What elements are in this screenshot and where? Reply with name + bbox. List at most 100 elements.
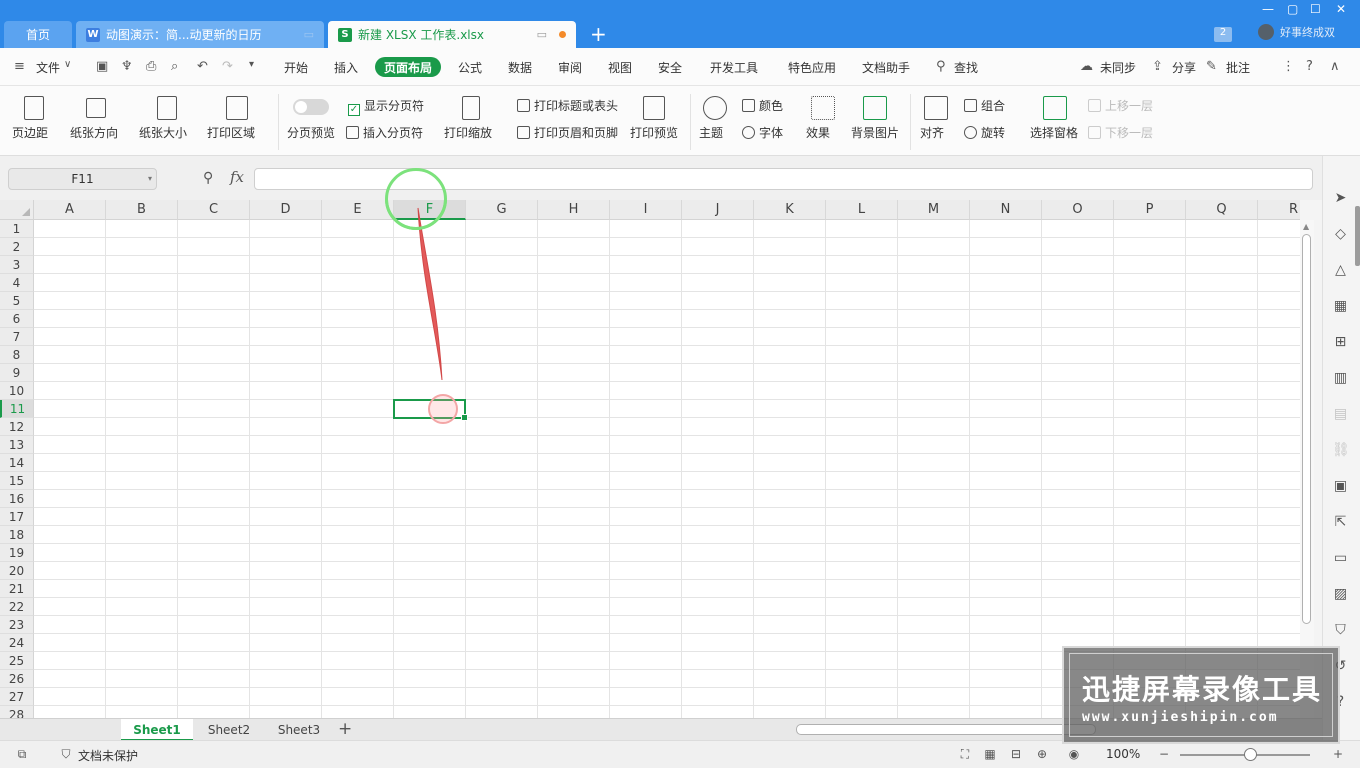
row-header[interactable]: 20 bbox=[0, 562, 34, 580]
tab-share-icon[interactable]: ▭ bbox=[304, 28, 314, 41]
row-header[interactable]: 11 bbox=[0, 400, 34, 418]
menu-data[interactable]: 数据 bbox=[508, 59, 532, 76]
row-header[interactable]: 23 bbox=[0, 616, 34, 634]
menu-review[interactable]: 审阅 bbox=[558, 59, 582, 76]
colors-button[interactable]: 颜色 bbox=[742, 97, 783, 114]
column-header[interactable]: H bbox=[538, 200, 610, 220]
export-icon[interactable]: ⇱ bbox=[1332, 514, 1349, 531]
maximize-icon[interactable]: ☐ bbox=[1310, 2, 1321, 16]
help-icon[interactable]: ? bbox=[1306, 59, 1313, 74]
row-header[interactable]: 13 bbox=[0, 436, 34, 454]
row-header[interactable]: 1 bbox=[0, 220, 34, 238]
add-sheet-button[interactable]: + bbox=[338, 719, 352, 739]
selection-pane-button[interactable]: 选择窗格 bbox=[1030, 124, 1078, 141]
row-header[interactable]: 17 bbox=[0, 508, 34, 526]
background-image-button[interactable]: 背景图片 bbox=[851, 124, 899, 141]
fullscreen-icon[interactable]: ⛶ bbox=[957, 747, 973, 761]
paper-size-button[interactable]: 纸张大小 bbox=[139, 124, 187, 141]
row-header[interactable]: 12 bbox=[0, 418, 34, 436]
row-header[interactable]: 7 bbox=[0, 328, 34, 346]
print-preview-button[interactable]: 打印预览 bbox=[630, 124, 678, 141]
page-layout-view-icon[interactable]: ⊕ bbox=[1034, 747, 1050, 761]
user-account[interactable]: 好事终成双 bbox=[1258, 24, 1335, 40]
cloud-sync-icon[interactable]: ☁ bbox=[1080, 59, 1093, 74]
eye-protection-icon[interactable]: ◉ bbox=[1066, 747, 1082, 761]
row-header[interactable]: 21 bbox=[0, 580, 34, 598]
select-pointer-icon[interactable]: ➤ bbox=[1332, 190, 1349, 207]
zoom-in-icon[interactable]: + bbox=[1330, 747, 1346, 761]
link-icon[interactable]: ⛓ bbox=[1332, 442, 1350, 459]
margins-button[interactable]: 页边距 bbox=[12, 124, 48, 141]
archive-icon[interactable]: ▭ bbox=[1332, 550, 1349, 567]
tab-spreadsheet[interactable]: S 新建 XLSX 工作表.xlsx ▭ bbox=[328, 21, 576, 48]
orientation-button[interactable]: 纸张方向 bbox=[70, 124, 118, 141]
chart-icon[interactable]: ▥ bbox=[1332, 370, 1349, 387]
row-header[interactable]: 22 bbox=[0, 598, 34, 616]
theme-button[interactable]: 主题 bbox=[699, 124, 723, 141]
comment-icon[interactable]: ✎ bbox=[1206, 59, 1217, 74]
menu-features[interactable]: 特色应用 bbox=[788, 59, 836, 76]
row-header[interactable]: 25 bbox=[0, 652, 34, 670]
more-icon[interactable]: ⋮ bbox=[1282, 59, 1295, 74]
send-backward-button[interactable]: 下移一层 bbox=[1088, 124, 1153, 141]
header-footer-button[interactable]: 打印页眉和页脚 bbox=[517, 124, 618, 141]
show-page-break-checkbox[interactable]: ✓ 显示分页符 bbox=[348, 97, 424, 116]
search-icon[interactable]: ⚲ bbox=[936, 59, 946, 74]
file-menu[interactable]: 文件 bbox=[36, 59, 60, 76]
insert-function-button[interactable]: fx bbox=[230, 168, 244, 186]
close-icon[interactable]: ✕ bbox=[1336, 2, 1346, 16]
column-header[interactable]: R bbox=[1258, 200, 1300, 220]
hamburger-icon[interactable]: ≡ bbox=[14, 59, 25, 74]
collapse-ribbon-icon[interactable]: ∧ bbox=[1330, 59, 1340, 74]
menu-security[interactable]: 安全 bbox=[658, 59, 682, 76]
share-button[interactable]: 分享 bbox=[1172, 59, 1196, 76]
menu-page-layout[interactable]: 页面布局 bbox=[375, 57, 441, 77]
spreadsheet-grid[interactable]: A B C D E F G H I J K L M N O P Q R 1 2 3 4 5 6 7 8 9 10 11 12 13 14 15 1… bbox=[0, 200, 1300, 718]
save-icon[interactable]: ▣ bbox=[96, 59, 108, 74]
table-icon[interactable]: ▦ bbox=[1332, 298, 1349, 315]
redo-icon[interactable]: ↷ bbox=[222, 59, 233, 74]
rotate-button[interactable]: 旋转 bbox=[964, 124, 1005, 141]
row-header[interactable]: 8 bbox=[0, 346, 34, 364]
search-button[interactable]: 查找 bbox=[954, 59, 978, 76]
column-header[interactable]: B bbox=[106, 200, 178, 220]
row-header[interactable]: 2 bbox=[0, 238, 34, 256]
format-painter-icon[interactable]: ♆ bbox=[121, 59, 133, 74]
row-header[interactable]: 26 bbox=[0, 670, 34, 688]
column-header[interactable]: J bbox=[682, 200, 754, 220]
column-header[interactable]: E bbox=[322, 200, 394, 220]
align-button[interactable]: 对齐 bbox=[920, 124, 944, 141]
row-header[interactable]: 14 bbox=[0, 454, 34, 472]
row-header[interactable]: 16 bbox=[0, 490, 34, 508]
chevron-down-icon[interactable]: ▾ bbox=[148, 169, 152, 189]
select-all-corner[interactable] bbox=[0, 200, 34, 220]
filter-icon[interactable]: ▤ bbox=[1332, 406, 1349, 423]
notification-badge[interactable]: 2 bbox=[1214, 27, 1232, 42]
bring-forward-button[interactable]: 上移一层 bbox=[1088, 97, 1153, 114]
protection-status[interactable]: 文档未保护 bbox=[78, 747, 138, 764]
column-header[interactable]: I bbox=[610, 200, 682, 220]
row-header[interactable]: 5 bbox=[0, 292, 34, 310]
sheet-tab-1[interactable]: Sheet1 bbox=[121, 719, 193, 741]
column-header[interactable]: K bbox=[754, 200, 826, 220]
menu-doc-assistant[interactable]: 文档助手 bbox=[862, 59, 910, 76]
sheet-tab-3[interactable]: Sheet3 bbox=[263, 719, 335, 741]
shield-icon[interactable]: ⛉ bbox=[1332, 622, 1349, 639]
minimize-icon[interactable]: — bbox=[1262, 2, 1274, 16]
column-header[interactable]: D bbox=[250, 200, 322, 220]
row-header[interactable]: 4 bbox=[0, 274, 34, 292]
row-header[interactable]: 28 bbox=[0, 706, 34, 718]
row-header[interactable]: 3 bbox=[0, 256, 34, 274]
column-header[interactable]: N bbox=[970, 200, 1042, 220]
scroll-up-icon[interactable]: ▲ bbox=[1303, 222, 1309, 231]
shapes-icon[interactable]: ◇ bbox=[1332, 226, 1349, 243]
print-preview-icon[interactable]: ⌕ bbox=[171, 59, 178, 74]
fonts-button[interactable]: 字体 bbox=[742, 124, 783, 141]
column-header[interactable]: P bbox=[1114, 200, 1186, 220]
page-break-preview-button[interactable]: 分页预览 bbox=[287, 124, 335, 141]
share-icon[interactable]: ⇪ bbox=[1152, 59, 1163, 74]
row-header[interactable]: 27 bbox=[0, 688, 34, 706]
print-area-button[interactable]: 打印区域 bbox=[207, 124, 255, 141]
menu-developer[interactable]: 开发工具 bbox=[710, 59, 758, 76]
row-header[interactable]: 19 bbox=[0, 544, 34, 562]
